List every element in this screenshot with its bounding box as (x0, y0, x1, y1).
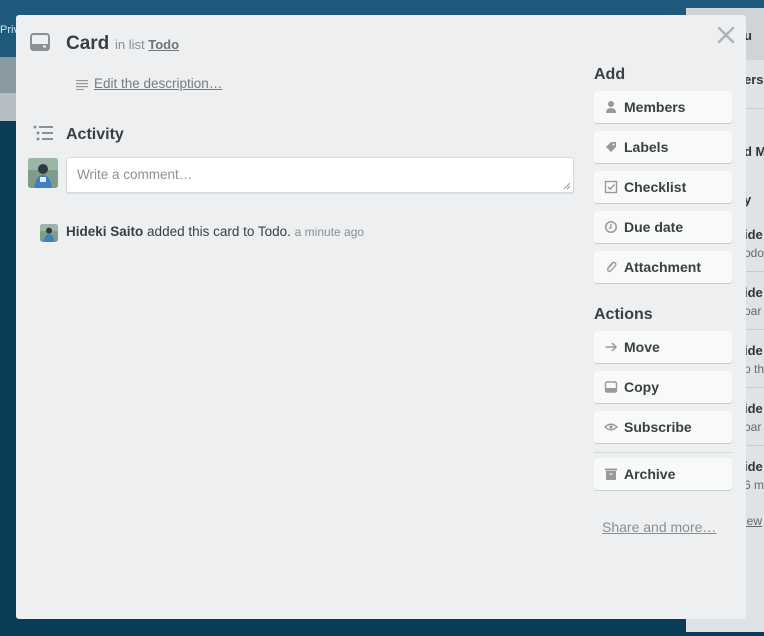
description-icon (76, 80, 88, 90)
labels-button[interactable]: Labels (594, 131, 732, 163)
add-section-title: Add (594, 66, 626, 83)
in-list-label: in list (115, 37, 145, 52)
copy-button[interactable]: Copy (594, 371, 732, 403)
board-strip (0, 57, 16, 93)
background-text: d M (744, 144, 764, 159)
activity-icon (33, 125, 53, 141)
person-icon (606, 101, 616, 113)
background-text: 6 m (744, 478, 764, 492)
comment-field[interactable] (66, 157, 574, 193)
background-text: o th (744, 362, 764, 376)
clock-icon (604, 220, 618, 234)
background-text: ide (744, 401, 763, 416)
card-icon (604, 381, 618, 393)
tag-icon (606, 142, 616, 152)
background-text: oar (744, 304, 762, 318)
background-text: ide (744, 459, 763, 474)
background-text: iew (744, 514, 763, 528)
members-button[interactable]: Members (594, 91, 732, 123)
paperclip-icon (606, 261, 617, 273)
checklist-label: Checklist (624, 179, 687, 195)
members-label: Members (624, 99, 686, 115)
subscribe-label: Subscribe (624, 419, 692, 435)
archive-label: Archive (624, 466, 676, 482)
background-text: ide (744, 343, 763, 358)
background-separator (744, 108, 764, 109)
background-text: ide (744, 285, 763, 300)
card-detail-modal: Card in list Todo Edit the description… … (16, 15, 746, 619)
close-button[interactable] (716, 23, 736, 47)
share-and-more-link[interactable]: Share and more… (602, 519, 716, 535)
attachment-label: Attachment (624, 259, 702, 275)
subscribe-button[interactable]: Subscribe (594, 411, 732, 443)
actions-section-title: Actions (594, 306, 653, 323)
copy-label: Copy (624, 379, 659, 395)
checkbox-icon (604, 180, 618, 194)
move-label: Move (624, 339, 660, 355)
card-title[interactable]: Card (66, 33, 109, 55)
background-text: ide (744, 227, 763, 242)
background-separator (744, 271, 764, 272)
arrow-right-icon (605, 342, 618, 352)
background-text: odo (744, 246, 764, 260)
checklist-button[interactable]: Checklist (594, 171, 732, 203)
board-strip-2 (0, 93, 16, 121)
activity-title: Activity (66, 126, 124, 143)
actions-divider (594, 452, 732, 453)
move-button[interactable]: Move (594, 331, 732, 363)
edit-description-link[interactable]: Edit the description… (94, 76, 222, 91)
archive-icon (605, 468, 617, 480)
resize-grip-icon[interactable] (563, 182, 571, 190)
due-date-button[interactable]: Due date (594, 211, 732, 243)
attachment-button[interactable]: Attachment (594, 251, 732, 283)
card-list-info: in list Todo (115, 37, 179, 52)
eye-icon (604, 423, 618, 431)
avatar[interactable] (28, 158, 58, 188)
labels-label: Labels (624, 139, 669, 155)
background-separator (744, 387, 764, 388)
background-text: oar (744, 420, 762, 434)
activity-timestamp[interactable]: a minute ago (295, 225, 364, 239)
activity-entry: Hideki Saito added this card to Todo. a … (66, 224, 364, 239)
close-icon (717, 26, 735, 44)
due-date-label: Due date (624, 219, 684, 235)
background-separator (744, 329, 764, 330)
avatar-image (40, 224, 58, 242)
comment-input[interactable] (67, 158, 567, 190)
activity-user-link[interactable]: Hideki Saito (66, 224, 143, 239)
avatar-image (28, 158, 58, 188)
avatar[interactable] (40, 224, 58, 242)
background-text: ers (744, 72, 764, 87)
background-separator (744, 445, 764, 446)
activity-action: added this card to Todo. (147, 224, 291, 239)
card-icon (30, 33, 50, 51)
archive-button[interactable]: Archive (594, 458, 732, 490)
list-link[interactable]: Todo (148, 37, 179, 52)
